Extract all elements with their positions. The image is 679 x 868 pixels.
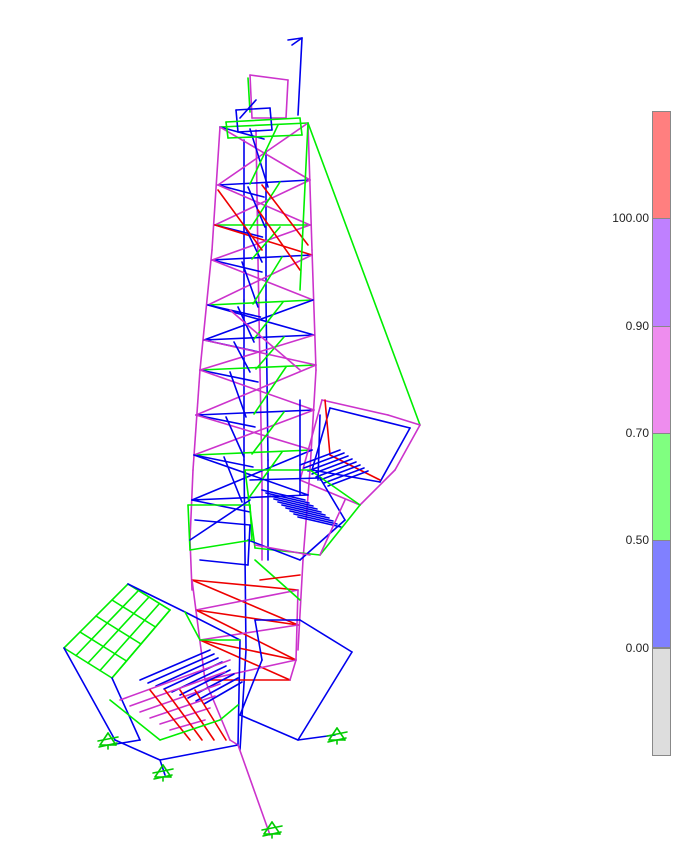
skirt-plate	[299, 619, 353, 653]
tower-horizontal	[217, 179, 311, 186]
tower-leg	[243, 459, 247, 651]
legend-band-3	[652, 432, 671, 542]
tower-leg	[297, 559, 304, 651]
tower-horizontal	[219, 122, 309, 128]
lower-module-roof	[111, 609, 171, 679]
guy-cable	[299, 122, 309, 291]
legend-tick-label: 100.00	[612, 211, 649, 226]
legend-band-4	[652, 540, 671, 649]
tower-leg	[307, 122, 313, 251]
legend-band-0	[652, 111, 671, 220]
lower-module-roof	[87, 596, 150, 664]
mast-head	[249, 74, 289, 81]
skirt-plate	[239, 714, 299, 741]
lower-module-frame	[111, 677, 141, 741]
lower-module-frame	[109, 699, 161, 741]
tower-horizontal	[211, 254, 313, 261]
legend-band-2	[652, 325, 671, 434]
lower-module-grating	[139, 649, 211, 681]
tower-brace	[261, 184, 309, 246]
legend-tick-label: 0.90	[625, 318, 649, 333]
legend-band-5	[652, 647, 671, 756]
tower-leg	[309, 369, 317, 471]
support-leg	[237, 744, 271, 836]
lower-module-frame	[237, 639, 241, 746]
tower-brace	[211, 224, 311, 261]
lower-module-frame	[159, 744, 239, 761]
lower-module-roof	[99, 602, 161, 672]
mast-head	[285, 79, 289, 119]
legend-tick-label: 0.50	[625, 533, 649, 548]
upper-platform	[379, 427, 411, 483]
lower-leg	[229, 739, 239, 746]
legend-tick-label: 0.70	[625, 425, 649, 440]
tower-leg	[211, 126, 221, 251]
lower-brace	[259, 574, 301, 581]
color-legend: 100.00 0.90 0.70 0.50 0.00	[600, 0, 679, 868]
upper-platform	[321, 399, 389, 416]
legend-tick-label: 0.00	[625, 640, 649, 655]
tower-leg	[257, 259, 261, 371]
tower-leg	[311, 249, 317, 371]
tower-brace	[193, 409, 315, 456]
mast-head	[237, 129, 273, 133]
tower-leg	[259, 369, 263, 481]
lower-brace	[195, 589, 299, 611]
lower-module-roof	[111, 599, 157, 628]
lower-module-grating	[179, 669, 231, 696]
side-frame	[189, 539, 253, 551]
side-frame	[194, 519, 251, 526]
tower-brace	[199, 334, 315, 371]
side-frame	[187, 504, 191, 551]
mast-head	[235, 107, 271, 111]
upper-platform	[359, 469, 396, 506]
mast-head	[299, 117, 303, 136]
mid-platform	[317, 414, 321, 481]
mid-platform	[247, 539, 301, 561]
tower-brace	[217, 122, 309, 186]
side-frame	[247, 524, 251, 566]
skirt-plate	[297, 651, 353, 741]
mast-head	[227, 134, 303, 139]
tower-leg	[199, 249, 213, 371]
tower-horizontal	[207, 299, 314, 306]
mast-antenna	[297, 37, 303, 116]
structure-viewport[interactable]	[0, 0, 600, 868]
side-frame	[199, 559, 249, 566]
tower-leg	[239, 649, 247, 751]
mast-head	[225, 121, 229, 139]
lower-module-grating	[155, 657, 219, 687]
fixed-support-icon	[326, 731, 348, 737]
fixed-support-icon	[261, 825, 283, 831]
lower-module-frame	[219, 704, 239, 721]
legend-band-1	[652, 218, 671, 327]
structural-frame-model	[63, 37, 421, 839]
lower-horizontal	[199, 639, 297, 661]
lower-leg	[289, 659, 297, 681]
tower-brace	[229, 309, 301, 371]
guy-cable	[307, 122, 421, 426]
